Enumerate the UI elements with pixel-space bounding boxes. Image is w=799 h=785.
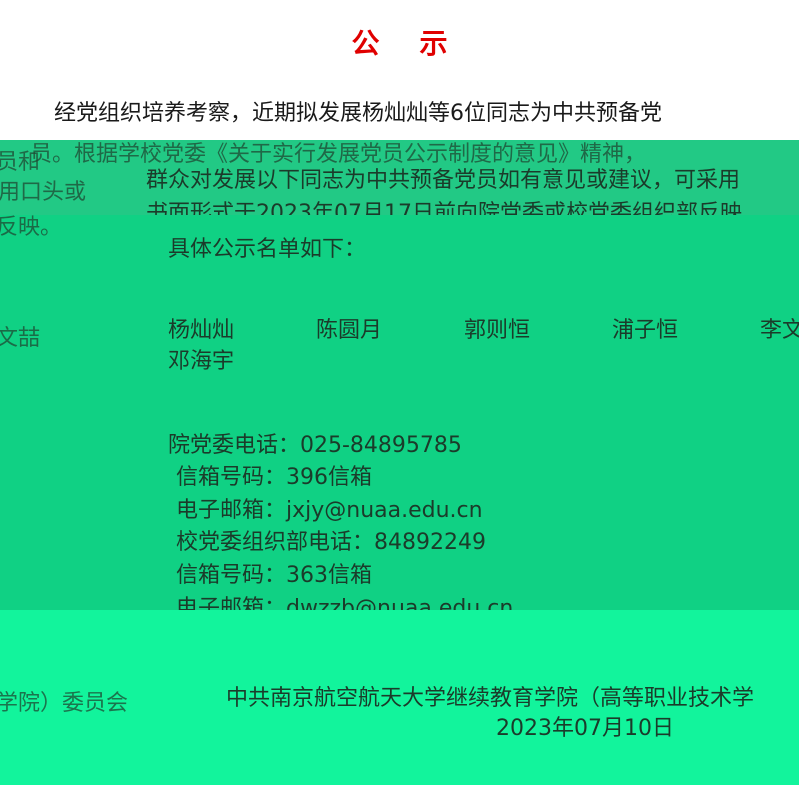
contact-mailbox: 信箱号码：396信箱 xyxy=(176,465,372,490)
signature-org: 中共南京航空航天大学继续教育学院（高等职业技术学 xyxy=(226,686,755,711)
org-mailbox: 信箱号码：363信箱 xyxy=(176,563,372,588)
ghost-left-3: 反映。 xyxy=(0,215,63,240)
name-item: 陈圆月 xyxy=(316,318,383,343)
signature-date: 2023年07月10日 xyxy=(496,716,674,741)
para-line-1: 群众对发展以下同志为中共预备党员如有意见或建议，可采用 xyxy=(146,168,741,193)
list-heading: 具体公示名单如下： xyxy=(168,237,367,262)
name-item: 浦子恒 xyxy=(612,318,679,343)
band-top: 员。根据学校党委《关于实行发展党员公示制度的意见》精神， 员和 群众对发展以下同… xyxy=(0,140,799,215)
name-item: 郭则恒 xyxy=(464,318,531,343)
para-line-2: 书面形式于2023年07月17日前向院党委或校党委组织部反映 xyxy=(146,201,742,215)
org-email: 电子邮箱：dwzzb@nuaa.edu.cn xyxy=(176,596,514,610)
name-row-2: 邓海宇 xyxy=(168,349,235,374)
name-item: 李文 xyxy=(760,318,799,343)
intro-line: 经党组织培养考察，近期拟发展杨灿灿等6位同志为中共预备党 xyxy=(54,101,662,126)
contact-email: 电子邮箱：jxjy@nuaa.edu.cn xyxy=(176,498,483,523)
org-phone: 校党委组织部电话：84892249 xyxy=(176,530,486,555)
ghost-left-1: 员和 xyxy=(0,150,41,175)
name-item: 杨灿灿 xyxy=(168,318,235,343)
ghost-left-2: 用口头或 xyxy=(0,180,87,205)
ghost-left-5: 学院）委员会 xyxy=(0,691,129,716)
band-middle: 反映。 具体公示名单如下： 文喆 杨灿灿 陈圆月 郭则恒 浦子恒 李文 邓海宇 院党委电… xyxy=(0,215,799,610)
names-row: 杨灿灿 陈圆月 郭则恒 浦子恒 李文 xyxy=(168,312,799,344)
contact-phone: 院党委电话：025-84895785 xyxy=(168,433,462,458)
ghost-left-4: 文喆 xyxy=(0,326,41,351)
notice-title: 公示 xyxy=(351,27,488,60)
